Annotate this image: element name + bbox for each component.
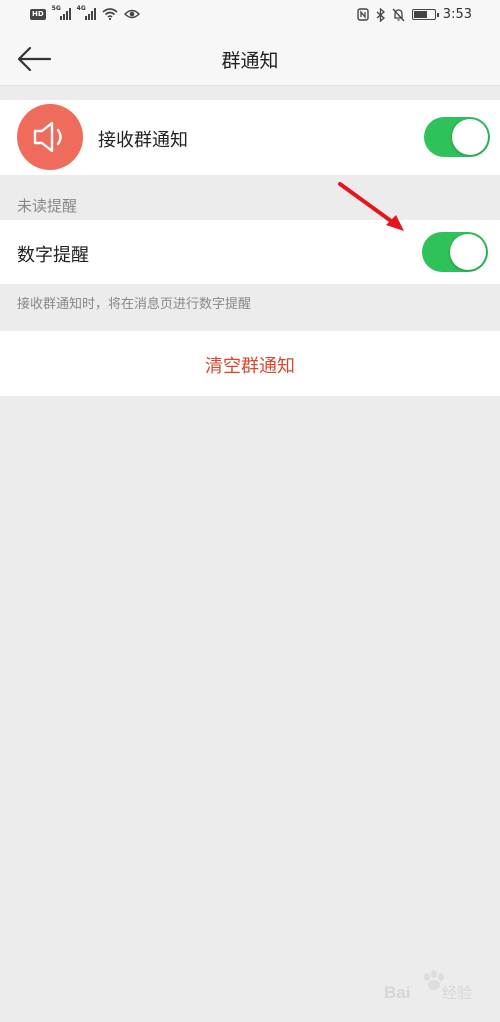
digit-reminder-toggle[interactable] <box>422 232 488 272</box>
signal-icon: 5G <box>51 5 71 20</box>
battery-icon <box>411 9 439 20</box>
network-type-label: 4G <box>76 5 86 12</box>
clear-notifications-label: 清空群通知 <box>205 356 295 377</box>
svg-text:经验: 经验 <box>442 984 472 1002</box>
clock-time: 3:53 <box>442 7 472 22</box>
mute-bell-icon <box>392 8 405 21</box>
receive-notifications-label: 接收群通知 <box>98 130 188 151</box>
toggle-knob <box>452 119 488 155</box>
signal-icon: 4G <box>76 5 96 20</box>
wifi-icon <box>102 8 118 20</box>
digit-reminder-row: 数字提醒 <box>0 220 500 284</box>
bluetooth-icon <box>376 7 385 22</box>
annotation-arrow-icon <box>338 182 404 231</box>
digit-reminder-label: 数字提醒 <box>17 245 89 266</box>
page-title: 群通知 <box>221 50 279 72</box>
speaker-icon <box>33 121 62 153</box>
app-header: 群通知 <box>0 32 500 86</box>
speaker-avatar <box>17 104 83 170</box>
eye-icon <box>123 9 140 19</box>
status-bar-right: 3:53 <box>357 7 472 22</box>
svg-text:Bai: Bai <box>384 983 410 1002</box>
nfc-icon <box>357 8 369 21</box>
hd-icon: HD <box>30 8 46 20</box>
unread-section-label: 未读提醒 <box>17 197 78 215</box>
digit-reminder-hint: 接收群通知时，将在消息页进行数字提醒 <box>17 297 252 312</box>
screen: HD 5G 4G 3:53 群通知 接收群通知 未读提醒 数字提醒 接收群通知时… <box>0 0 500 1022</box>
baidu-jingyan-watermark: Bai 经验 <box>380 968 480 1004</box>
paw-logo-icon: Bai 经验 <box>384 970 472 1002</box>
network-type-label: 5G <box>51 5 61 12</box>
toggle-knob <box>450 234 486 270</box>
clear-notifications-button[interactable]: 清空群通知 <box>0 331 500 396</box>
receive-notifications-row: 接收群通知 <box>0 100 500 175</box>
receive-notifications-toggle[interactable] <box>424 117 490 157</box>
status-bar-left: HD 5G 4G <box>30 5 140 20</box>
status-bar: HD 5G 4G 3:53 <box>0 0 500 32</box>
